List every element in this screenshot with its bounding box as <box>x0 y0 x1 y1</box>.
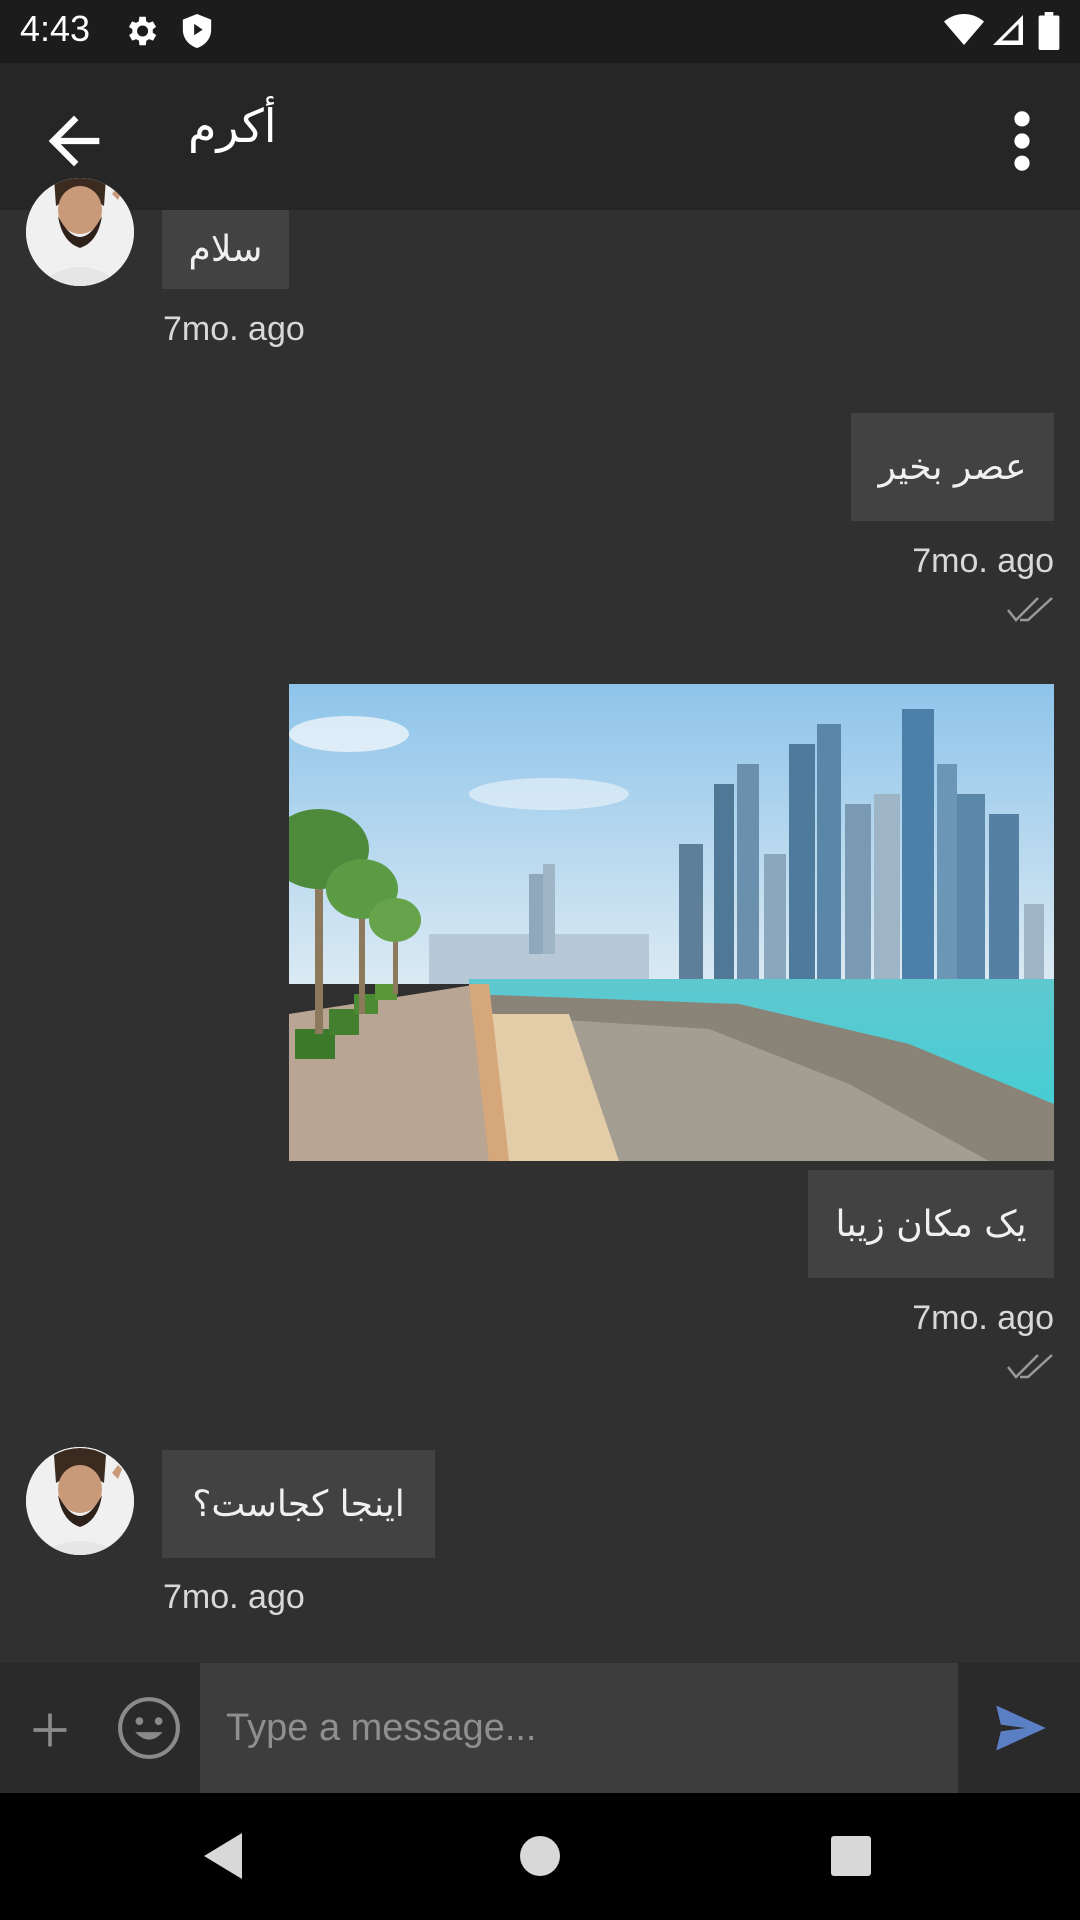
avatar[interactable] <box>26 178 134 286</box>
message-bubble[interactable]: سلام <box>162 210 289 289</box>
message-time: 7mo. ago <box>912 542 1054 580</box>
city-waterfront-photo <box>289 684 1054 1161</box>
nav-back-icon[interactable] <box>204 1833 244 1879</box>
battery-icon <box>1038 12 1060 50</box>
more-vert-icon[interactable] <box>1000 103 1044 179</box>
navigation-bar <box>0 1793 1080 1920</box>
toolbar: أكرم <box>0 63 1080 210</box>
emoji-icon[interactable] <box>116 1695 182 1761</box>
message-text: اینجا کجاست؟ <box>192 1483 405 1525</box>
message-bubble[interactable]: یک مکان زیبا <box>808 1170 1054 1278</box>
wifi-icon <box>944 14 984 45</box>
message-time: 7mo. ago <box>163 1578 305 1616</box>
nav-recents-icon[interactable] <box>831 1836 871 1876</box>
message-bubble[interactable]: اینجا کجاست؟ <box>162 1450 435 1558</box>
double-check-icon <box>1007 597 1053 622</box>
message-image[interactable] <box>289 684 1054 1161</box>
composer-bar <box>0 1663 1080 1793</box>
signal-icon <box>993 15 1023 45</box>
message-text: یک مکان زیبا <box>835 1203 1027 1245</box>
message-time: 7mo. ago <box>163 310 305 348</box>
nav-home-icon[interactable] <box>520 1836 560 1876</box>
gear-icon <box>128 16 157 46</box>
avatar[interactable] <box>26 1447 134 1555</box>
message-time: 7mo. ago <box>912 1299 1054 1337</box>
message-text: عصر بخیر <box>878 446 1027 488</box>
chat-title: أكرم <box>188 99 277 153</box>
status-bar: 4:43 <box>0 0 1080 63</box>
arrow-back-icon[interactable] <box>36 103 112 179</box>
message-input[interactable] <box>200 1663 958 1793</box>
shield-icon <box>182 14 212 48</box>
plus-icon[interactable] <box>28 1708 72 1752</box>
message-bubble[interactable]: عصر بخیر <box>851 413 1054 521</box>
double-check-icon <box>1007 1354 1053 1379</box>
send-icon[interactable] <box>994 1703 1048 1753</box>
message-text: سلام <box>188 229 263 270</box>
status-time: 4:43 <box>20 8 91 49</box>
